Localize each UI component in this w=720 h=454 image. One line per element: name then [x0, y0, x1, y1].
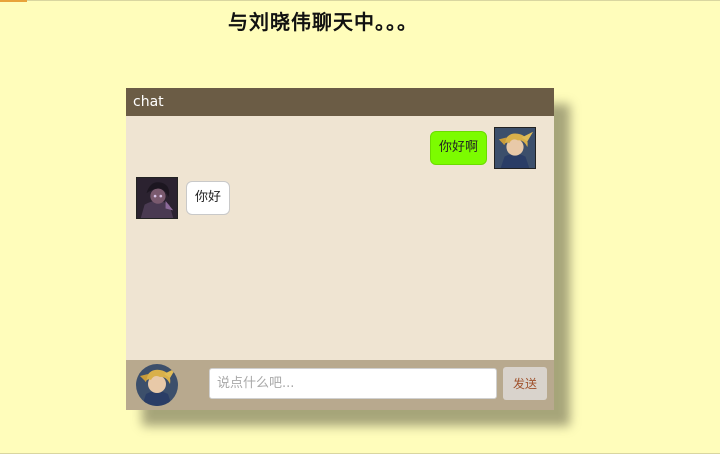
message-list: 你好啊 你好	[126, 116, 554, 360]
page-title: 与刘晓伟聊天中。。。	[228, 10, 418, 34]
avatar-icon	[137, 178, 177, 218]
avatar-icon	[495, 128, 535, 168]
top-border	[0, 0, 720, 1]
top-accent-bar	[0, 0, 27, 2]
send-button[interactable]: 发送	[503, 367, 547, 400]
message-input[interactable]	[209, 368, 497, 399]
composer-bar: 发送	[126, 360, 554, 410]
avatar-icon	[136, 364, 178, 406]
chat-header: chat	[126, 88, 554, 116]
chat-window: chat 你好啊 你好 说点什么吧... 发送	[126, 88, 554, 410]
self-avatar	[494, 127, 536, 169]
other-message-bubble: 你好	[186, 181, 231, 215]
other-avatar	[136, 177, 178, 219]
self-message-bubble: 你好啊	[429, 131, 487, 165]
composer-avatar	[136, 364, 178, 406]
